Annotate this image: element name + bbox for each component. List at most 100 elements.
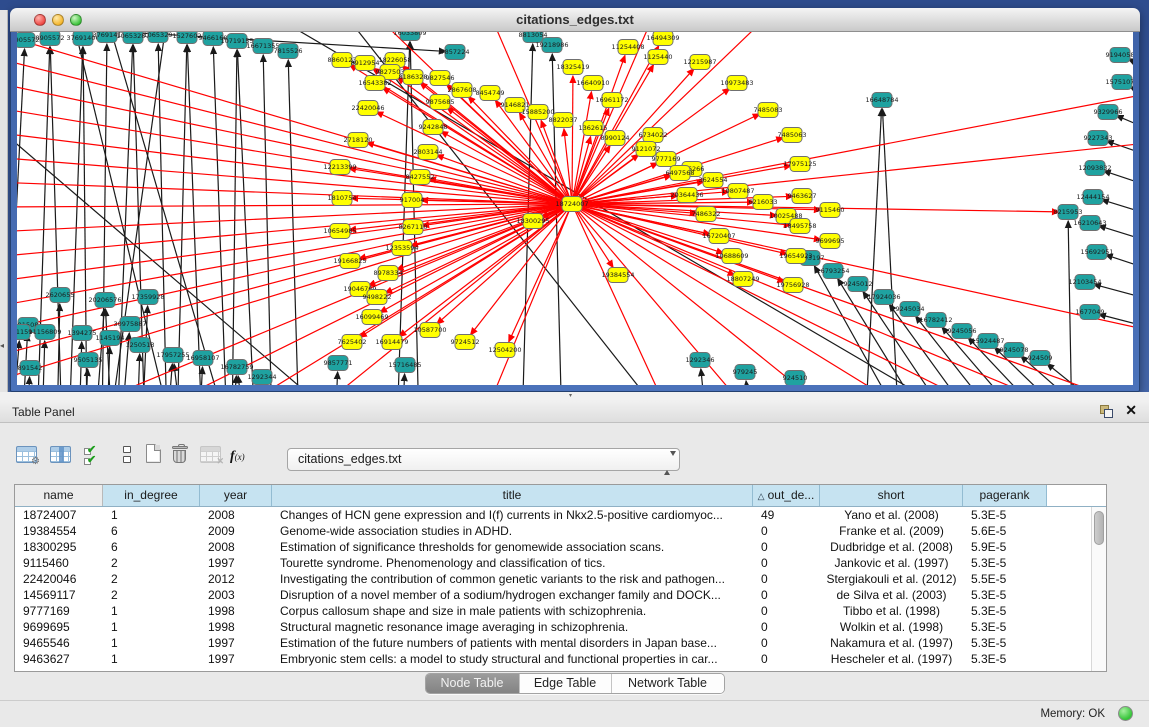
graph-edge[interactable] [232,50,237,385]
table-row[interactable]: 946554611997Estimation of the future num… [15,635,1106,651]
graph-edge[interactable] [572,76,573,204]
graph-edge[interactable] [1102,200,1133,220]
cell-out_de: 0 [753,571,820,587]
graph-edge[interactable] [1106,255,1133,275]
cell-in_degree: 1 [103,651,200,667]
cell-in_degree: 1 [103,507,200,523]
graph-node-label: 7857224 [441,48,470,56]
graph-edge[interactable] [367,143,572,204]
graph-edge[interactable] [865,109,882,385]
new-document-icon [146,444,161,463]
table-chooser-value: citations_edges.txt [298,452,402,466]
graph-edge[interactable] [701,369,707,385]
graph-edge[interactable] [263,55,272,385]
graph-edge[interactable] [1104,171,1133,192]
graph-edge[interactable] [1068,221,1072,385]
graph-edge[interactable] [17,204,572,232]
create-column-button[interactable] [146,444,161,463]
graph-edge[interactable] [17,204,572,257]
column-header-out_de[interactable]: △out_de... [753,485,820,506]
graph-edge[interactable] [335,372,338,385]
graph-edge[interactable] [42,341,45,385]
graph-edge[interactable] [137,354,140,385]
graph-edge[interactable] [167,364,172,385]
column-header-pagerank[interactable]: pagerank [963,485,1047,506]
graph-node-label: 18495758 [783,222,816,230]
table-row[interactable]: 1456911722003Disruption of a novel membe… [15,587,1106,603]
graph-edge[interactable] [27,377,30,385]
column-header-year[interactable]: year [200,485,272,506]
network-canvas[interactable]: 2905572890557237691406376914110653287106… [17,32,1133,385]
cell-short: Stergiakouli et al. (2012) [820,571,963,587]
tab-node-table[interactable]: Node Table [426,674,519,693]
column-header-in_degree[interactable]: in_degree [103,485,200,506]
graph-edge[interactable] [402,374,405,385]
function-builder-button[interactable]: f(x) [230,447,245,465]
graph-node-label: 19218986 [535,41,568,49]
table-row[interactable]: 911546021997Tourette syndrome. Phenomeno… [15,555,1106,571]
graph-edge[interactable] [177,45,187,385]
network-view-window[interactable]: citations_edges.txt 29055728905572376914… [10,8,1140,392]
graph-node-label: 15924487 [971,337,1004,345]
select-columns-button[interactable]: ✔ ✔ [84,446,104,466]
float-panel-button[interactable] [1100,405,1113,418]
table-row[interactable]: 1872400712008Changes of HCN gene express… [15,507,1106,523]
graph-edge[interactable] [288,60,299,385]
graph-edge[interactable] [238,376,245,385]
tab-edge-table[interactable]: Edge Table [519,674,611,693]
window-titlebar[interactable]: citations_edges.txt [10,8,1140,32]
graph-edge[interactable] [746,381,752,385]
cell-out_de: 0 [753,523,820,539]
graph-edge[interactable] [572,204,667,385]
cell-out_de: 0 [753,651,820,667]
collapse-left-arrow-icon[interactable]: ◂ [0,342,4,350]
cell-short: Hescheler et al. (1997) [820,651,963,667]
table-row[interactable]: 2242004622012Investigating the contribut… [15,571,1106,587]
graph-edge[interactable] [1094,284,1133,304]
graph-edge[interactable] [17,157,572,204]
graph-edge[interactable] [17,204,572,207]
tab-network-table[interactable]: Network Table [611,674,724,693]
column-header-name[interactable]: name [15,485,103,506]
table-row[interactable]: 969969511998Structural magnetic resonanc… [15,619,1106,635]
table-row[interactable]: 946362711997Embryonic stem cells: a mode… [15,651,1106,667]
cell-pagerank: 5.3E-5 [963,635,1047,651]
graph-edge[interactable] [882,109,899,385]
graph-edge[interactable] [22,334,27,385]
graph-edge[interactable] [1099,226,1133,247]
graph-edge[interactable] [1116,116,1133,137]
table-chooser-combobox[interactable]: citations_edges.txt [287,448,680,471]
graph-node-label: 18724007 [555,200,588,208]
graph-node-label: 9827546 [426,74,455,82]
west-splitter[interactable]: ◂ [0,10,8,394]
graph-edge[interactable] [347,32,657,385]
table-mode-button[interactable]: ⚙ [16,446,37,463]
memory-ok-indicator[interactable] [1118,706,1133,721]
graph-node-label: 16543382 [358,79,391,87]
table-header-row: namein_degreeyeartitle△out_de...shortpag… [15,485,1106,507]
south-splitter[interactable]: ▾ [0,392,1149,400]
graph-edge[interactable] [17,182,572,204]
table-row[interactable]: 1830029562008Estimation of significance … [15,539,1106,555]
row-mode-button[interactable] [122,446,132,466]
table-row[interactable]: 1938455462009Genome-wide association stu… [15,523,1106,539]
show-columns-button[interactable] [50,446,71,463]
close-panel-button[interactable]: ✕ [1125,402,1137,419]
graph-edge[interactable] [17,341,19,385]
table-row[interactable]: 977716911998Corpus callosum shape and si… [15,603,1106,619]
mdi-desktop: citations_edges.txt 29055728905572376914… [0,0,1149,400]
splitter-grip-icon[interactable]: ▾ [569,393,572,399]
column-header-title[interactable]: title [272,485,753,506]
graph-node-label: 917004 [400,196,425,204]
graph-edge[interactable] [1047,364,1132,385]
column-header-short[interactable]: short [820,485,963,506]
node-table[interactable]: namein_degreeyeartitle△out_de...shortpag… [14,484,1107,672]
graph-node-label: 10654985 [323,227,356,235]
vertical-scrollbar[interactable] [1091,507,1106,671]
graph-node-label: 15716485 [388,361,421,369]
graph-node-label: 16793254 [816,267,849,275]
scrollbar-thumb[interactable] [1094,511,1104,545]
graph-edge[interactable] [1107,141,1133,162]
graph-edge[interactable] [158,44,167,385]
delete-column-button[interactable] [172,444,188,464]
